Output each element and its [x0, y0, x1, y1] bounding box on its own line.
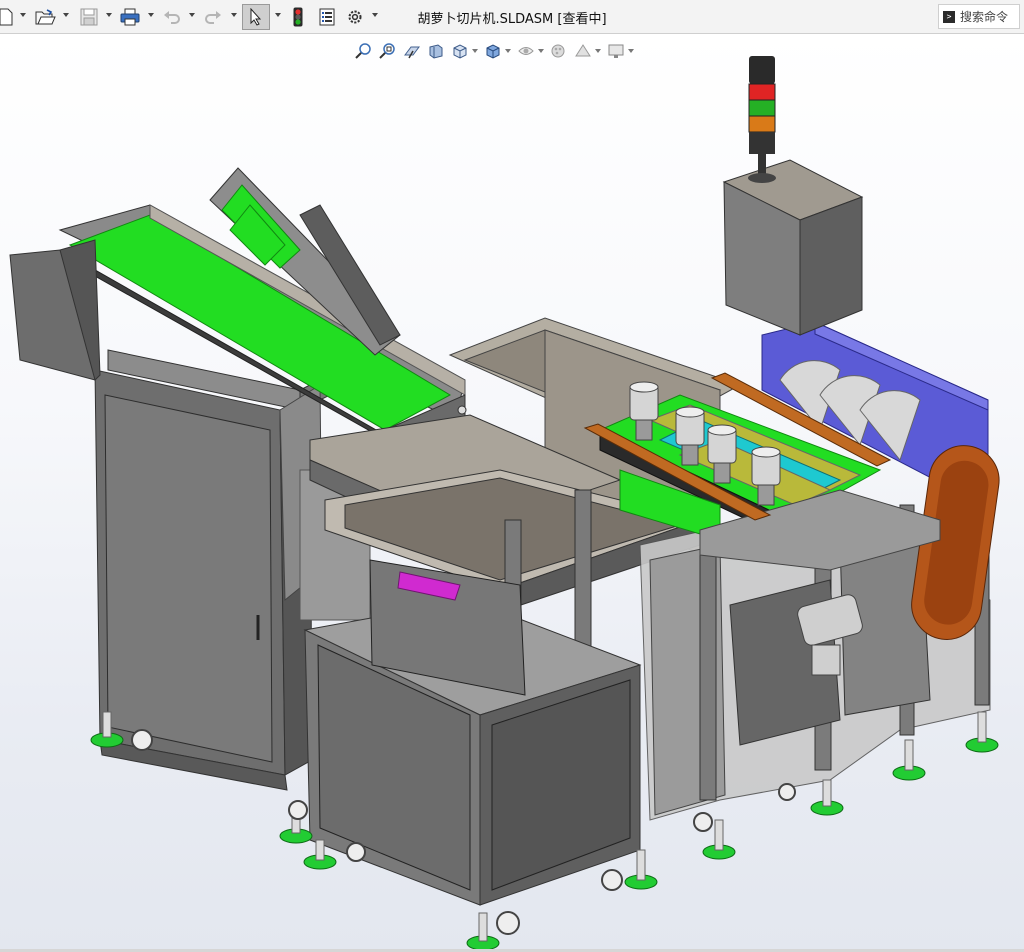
new-document-button[interactable]: [0, 5, 14, 29]
print-button[interactable]: [118, 5, 142, 29]
search-commands-box[interactable]: > 搜索命令: [938, 4, 1020, 29]
print-icon: [120, 8, 140, 26]
options-button[interactable]: [343, 5, 367, 29]
file-properties-button[interactable]: [315, 5, 339, 29]
select-arrow-icon: [250, 8, 262, 26]
options-dropdown-caret[interactable]: [372, 13, 378, 17]
traffic-light-icon: [293, 7, 303, 27]
search-commands-label: 搜索命令: [960, 10, 1009, 24]
undo-button[interactable]: [160, 5, 184, 29]
new-dropdown-caret[interactable]: [20, 13, 26, 17]
title-bar: 胡萝卜切片机.SLDASM [查看中] > 搜索命令: [0, 0, 1024, 34]
save-dropdown-caret[interactable]: [106, 13, 112, 17]
undo-dropdown-caret[interactable]: [189, 13, 195, 17]
file-properties-icon: [319, 8, 335, 26]
save-icon: [80, 8, 98, 26]
open-folder-icon: [35, 9, 56, 25]
select-button[interactable]: [242, 4, 270, 30]
print-dropdown-caret[interactable]: [148, 13, 154, 17]
open-dropdown-caret[interactable]: [63, 13, 69, 17]
gear-icon: [348, 10, 362, 24]
signal-tower-light: [748, 56, 776, 183]
rebuild-button[interactable]: [289, 5, 307, 29]
window-title: 胡萝卜切片机.SLDASM [查看中]: [417, 12, 607, 27]
save-button[interactable]: [77, 5, 101, 29]
select-dropdown-caret[interactable]: [275, 13, 281, 17]
carrot-slicer-3d-model[interactable]: [0, 34, 1024, 952]
redo-button[interactable]: [201, 5, 225, 29]
open-button[interactable]: [33, 5, 57, 29]
control-box[interactable]: [722, 159, 864, 336]
redo-icon: [205, 11, 221, 24]
redo-dropdown-caret[interactable]: [231, 13, 237, 17]
new-document-icon: [0, 8, 13, 26]
graphics-area[interactable]: [0, 34, 1024, 952]
command-prompt-icon: >: [943, 10, 955, 23]
undo-icon: [164, 11, 180, 24]
